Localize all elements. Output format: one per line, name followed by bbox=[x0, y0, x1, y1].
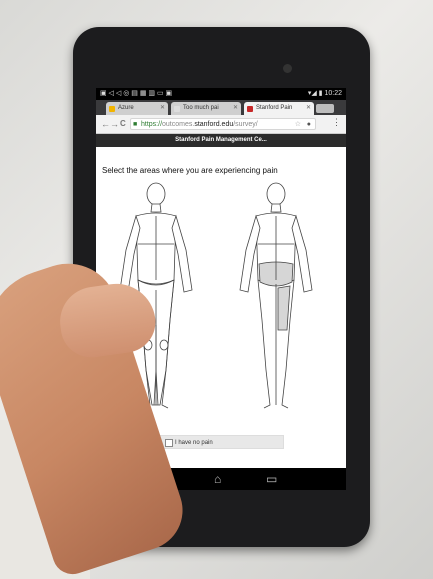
back-arrow-icon[interactable]: ← bbox=[101, 118, 110, 130]
head-front[interactable] bbox=[146, 182, 166, 206]
close-icon[interactable]: ✕ bbox=[233, 102, 238, 115]
microphone-icon[interactable]: ● bbox=[307, 119, 311, 129]
star-icon[interactable]: ☆ bbox=[295, 119, 301, 129]
notification-icons: ▣ ◁ ◁ ◎ ▤ ▦ ▥ ▭ ▣ bbox=[100, 90, 173, 97]
tab-label: Stanford Pain bbox=[256, 105, 293, 111]
tab-label: Azure bbox=[118, 105, 134, 111]
tab-label: Too much pai bbox=[183, 105, 219, 111]
forward-arrow-icon[interactable]: → bbox=[110, 118, 119, 130]
url-path: /survey/ bbox=[233, 121, 258, 128]
azure-tab-icon bbox=[109, 106, 115, 112]
no-pain-label: I have no pain bbox=[175, 440, 213, 446]
status-bar: ▣ ◁ ◁ ◎ ▤ ▦ ▥ ▭ ▣ ▾◢ ▮ 10:22 bbox=[96, 88, 346, 100]
stanford-tab-icon bbox=[247, 106, 253, 112]
recents-nav-icon[interactable]: ▭ bbox=[266, 471, 277, 487]
body-back[interactable] bbox=[239, 182, 313, 409]
browser-tab-strip: Azure ✕ Too much pai ✕ Stanford Pain ✕ bbox=[96, 100, 346, 115]
close-icon[interactable]: ✕ bbox=[306, 102, 311, 115]
checkbox-icon[interactable] bbox=[165, 439, 173, 447]
url-scheme: https:// bbox=[141, 121, 163, 128]
status-clock: ▾◢ ▮ 10:22 bbox=[307, 90, 342, 97]
url-subdomain: outcomes. bbox=[162, 121, 195, 128]
tab-too-much-pain[interactable]: Too much pai ✕ bbox=[171, 102, 241, 115]
page-title: Select the areas where you are experienc… bbox=[102, 166, 278, 175]
new-tab-button[interactable] bbox=[316, 104, 334, 113]
tab-stanford-pain[interactable]: Stanford Pain ✕ bbox=[244, 102, 314, 115]
close-icon[interactable]: ✕ bbox=[160, 102, 165, 115]
tab-azure[interactable]: Azure ✕ bbox=[106, 102, 168, 115]
no-pain-checkbox[interactable]: I have no pain bbox=[158, 435, 284, 449]
address-bar[interactable]: ■ https://outcomes.stanford.edu/survey/ … bbox=[130, 118, 316, 130]
browser-toolbar: ← → C ■ https://outcomes.stanford.edu/su… bbox=[96, 115, 346, 134]
menu-icon[interactable]: ⋮ bbox=[332, 117, 341, 128]
reload-icon[interactable]: C bbox=[120, 118, 126, 130]
camera-icon bbox=[283, 64, 292, 73]
head-back[interactable] bbox=[266, 182, 286, 206]
lock-icon: ■ bbox=[133, 121, 138, 128]
neck-front[interactable] bbox=[150, 203, 162, 213]
right-thigh-back-selected[interactable] bbox=[277, 285, 291, 331]
home-nav-icon[interactable]: ⌂ bbox=[214, 471, 221, 487]
page-tab-icon bbox=[174, 106, 180, 112]
page-header: Stanford Pain Management Ce... bbox=[96, 134, 346, 147]
neck-back[interactable] bbox=[270, 203, 282, 213]
photo-scene: ▣ ◁ ◁ ◎ ▤ ▦ ▥ ▭ ▣ ▾◢ ▮ 10:22 Azure ✕ Too… bbox=[0, 0, 433, 579]
url-host: stanford.edu bbox=[194, 121, 234, 128]
